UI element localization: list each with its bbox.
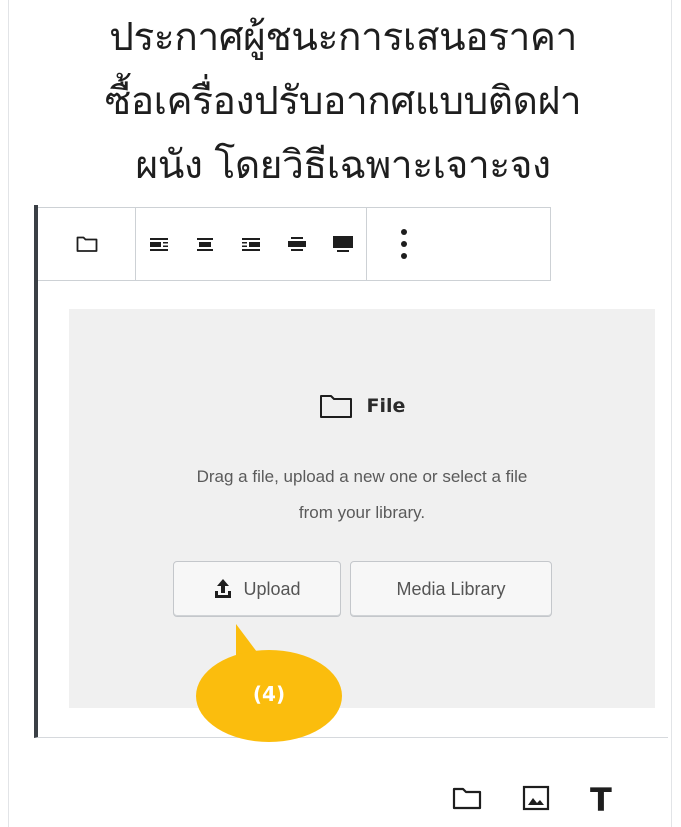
post-title[interactable]: ประกาศผู้ชนะการเสนอราคา ซื้อเครื่องปรับอ… [30, 6, 656, 198]
align-full-icon [333, 236, 353, 252]
placeholder-label: File [69, 393, 655, 419]
block-toolbar [38, 207, 551, 281]
callout-number: (4) [252, 682, 286, 706]
more-group [367, 208, 441, 280]
placeholder-title: File [366, 395, 406, 417]
alignment-group [136, 208, 367, 280]
title-line-2: ซื้อเครื่องปรับอากศแบบติดฝา [104, 79, 582, 124]
align-full-button[interactable] [320, 208, 366, 280]
add-file-block-button[interactable] [452, 786, 482, 814]
align-center-button[interactable] [182, 208, 228, 280]
title-line-1: ประกาศผู้ชนะการเสนอราคา [109, 15, 577, 60]
upload-label: Upload [243, 578, 301, 599]
add-image-block-button[interactable] [522, 785, 550, 815]
folder-icon [452, 787, 482, 810]
block-type-group [38, 208, 136, 280]
instructions-line-1: Drag a file, upload a new one or select … [196, 467, 528, 486]
align-left-icon [150, 238, 168, 251]
more-vertical-icon [401, 229, 407, 259]
step-callout: (4) [196, 624, 342, 742]
upload-button[interactable]: Upload [173, 561, 341, 617]
block-type-button[interactable] [38, 208, 135, 280]
align-left-button[interactable] [136, 208, 182, 280]
image-icon [522, 785, 550, 811]
instructions-line-2: from your library. [298, 503, 426, 522]
title-line-3: ผนัง โดยวิธีเฉพาะเจาะจง [135, 143, 551, 188]
media-library-button[interactable]: Media Library [350, 561, 552, 617]
media-library-label: Media Library [396, 578, 506, 599]
align-right-icon [242, 238, 260, 251]
folder-icon [319, 395, 352, 418]
more-options-button[interactable] [367, 208, 441, 280]
block-inserter-shortcuts: T [452, 784, 612, 816]
text-icon[interactable]: T [590, 784, 612, 816]
align-wide-button[interactable] [274, 208, 320, 280]
file-placeholder[interactable]: File Drag a file, upload a new one or se… [69, 309, 655, 708]
upload-icon [215, 579, 232, 598]
align-right-button[interactable] [228, 208, 274, 280]
folder-icon [76, 236, 97, 252]
align-wide-icon [288, 237, 306, 251]
placeholder-instructions: Drag a file, upload a new one or select … [109, 459, 615, 531]
align-center-icon [197, 238, 213, 251]
